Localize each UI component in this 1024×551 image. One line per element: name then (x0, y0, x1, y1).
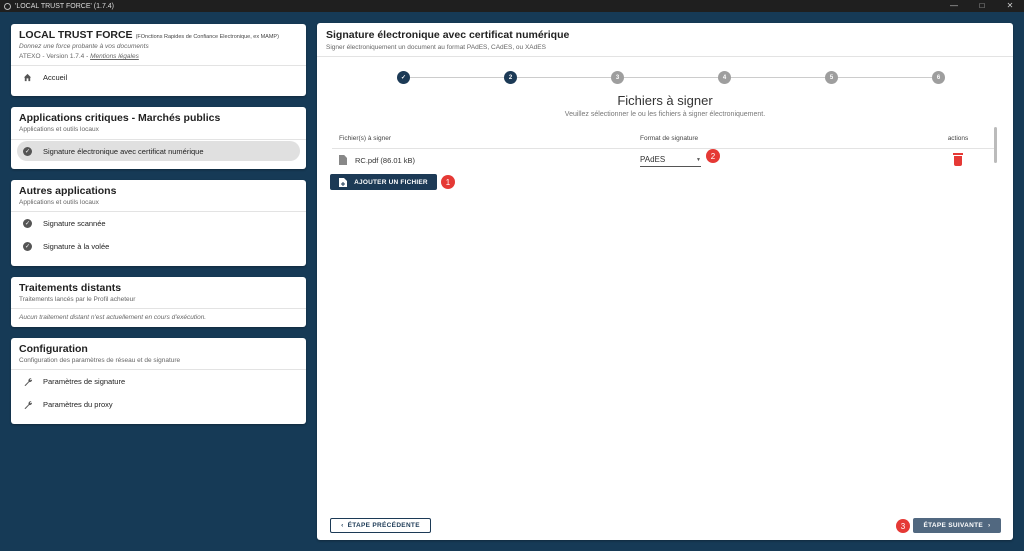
stepper-connector (410, 77, 504, 78)
signature-format-select[interactable]: PAdES ▼ (640, 153, 701, 167)
header-format: Format de signature (640, 135, 699, 142)
nav-proxy-settings[interactable]: Paramètres du proxy (17, 393, 300, 416)
main-header: Signature électronique avec certificat n… (317, 23, 1013, 56)
stepper-connector (517, 77, 611, 78)
file-icon (339, 155, 347, 165)
remote-empty-text: Aucun traitement distant n'est actuellem… (19, 314, 207, 321)
annotation-badge-2: 2 (706, 149, 720, 163)
header-actions: actions (947, 135, 969, 142)
mouse-cursor-icon (603, 337, 615, 350)
divider (11, 139, 306, 140)
add-file-button[interactable]: AJOUTER UN FICHIER (330, 174, 437, 190)
wrench-icon (23, 377, 43, 387)
close-button[interactable]: ✕ (996, 0, 1024, 12)
file-add-icon (339, 177, 348, 187)
annotation-badge-3: 3 (896, 519, 910, 533)
app-title: LOCAL TRUST FORCE (19, 29, 133, 41)
other-apps-subtitle: Applications et outils locaux (19, 199, 99, 206)
app-card: LOCAL TRUST FORCE (FOnctions Rapides de … (11, 24, 306, 96)
files-table: Fichier(s) à signer Format de signature … (332, 129, 997, 171)
stepper-connector (624, 77, 718, 78)
app-tagline: Donnez une force probante à vos document… (19, 43, 149, 50)
legal-link[interactable]: Mentions légales (90, 53, 139, 60)
stepper: ✓ 2 3 4 5 6 (397, 71, 945, 85)
previous-step-button[interactable]: ‹ ÉTAPE PRÉCÉDENTE (330, 518, 431, 533)
other-apps-card: Autres applications Applications et outi… (11, 180, 306, 266)
nav-flying-signature-label: Signature à la volée (43, 242, 110, 251)
version-line: ATEXO - Version 1.7.4 - Mentions légales (19, 53, 298, 60)
header-files: Fichier(s) à signer (339, 135, 392, 142)
step-5: 5 (825, 71, 838, 84)
step-4: 4 (718, 71, 731, 84)
trash-icon[interactable] (953, 153, 963, 166)
divider (11, 308, 306, 309)
add-file-label: AJOUTER UN FICHIER (354, 178, 428, 186)
nav-home-label: Accueil (43, 73, 68, 82)
table-header: Fichier(s) à signer Format de signature … (332, 129, 997, 149)
remote-subtitle: Traitements lancés par le Profil acheteu… (19, 296, 136, 303)
critical-apps-subtitle: Applications et outils locaux (19, 126, 99, 133)
annotation-badge-1: 1 (441, 175, 455, 189)
nav-scanned-signature-label: Signature scannée (43, 219, 106, 228)
step-2-current: 2 (504, 71, 517, 84)
window-controls: — □ ✕ (940, 0, 1024, 12)
main-panel: Signature électronique avec certificat n… (317, 23, 1013, 540)
chevron-right-icon: › (988, 522, 991, 529)
table-scrollbar[interactable] (994, 127, 997, 163)
stepper-connector (838, 77, 932, 78)
chevron-down-icon: ▼ (696, 156, 701, 163)
nav-electronic-signature-label: Signature électronique avec certificat n… (43, 146, 204, 156)
next-step-button[interactable]: ÉTAPE SUIVANTE › (913, 518, 1001, 533)
section-title: Fichiers à signer (617, 93, 713, 108)
config-subtitle: Configuration des paramètres de réseau e… (19, 357, 181, 364)
stepper-connector (731, 77, 825, 78)
config-title: Configuration (19, 343, 88, 355)
check-circle-icon: ✓ (23, 242, 32, 251)
version-text: ATEXO - Version 1.7.4 - (19, 53, 89, 60)
other-apps-title: Autres applications (19, 185, 117, 197)
config-card: Configuration Configuration des paramètr… (11, 338, 306, 424)
nav-signature-settings-label: Paramètres de signature (43, 377, 126, 386)
check-circle-icon: ✓ (23, 146, 32, 156)
nav-signature-settings[interactable]: Paramètres de signature (17, 370, 300, 393)
nav-flying-signature[interactable]: ✓ Signature à la volée (17, 235, 300, 258)
check-circle-icon: ✓ (23, 219, 32, 228)
step-6: 6 (932, 71, 945, 84)
main-subtitle: Signer électroniquement un document au f… (326, 44, 546, 51)
critical-apps-title: Applications critiques - Marchés publics (19, 112, 221, 124)
signature-format-value: PAdES (640, 155, 666, 164)
step-1-done: ✓ (397, 71, 410, 84)
nav-scanned-signature[interactable]: ✓ Signature scannée (17, 212, 300, 235)
next-step-label: ÉTAPE SUIVANTE (923, 522, 984, 529)
step-3: 3 (611, 71, 624, 84)
chevron-left-icon: ‹ (341, 522, 344, 529)
loading-icon (4, 2, 11, 10)
critical-apps-card: Applications critiques - Marchés publics… (11, 107, 306, 169)
divider (317, 56, 1013, 57)
wrench-icon (23, 400, 43, 410)
minimize-button[interactable]: — (940, 0, 968, 12)
nav-electronic-signature[interactable]: ✓ Signature électronique avec certificat… (17, 141, 300, 161)
section-subtitle: Veuillez sélectionner le ou les fichiers… (564, 111, 766, 118)
previous-step-label: ÉTAPE PRÉCÉDENTE (347, 522, 420, 529)
file-name: RC.pdf (86.01 kB) (355, 155, 416, 165)
nav-home[interactable]: Accueil (17, 66, 300, 89)
table-row: RC.pdf (86.01 kB) PAdES ▼ (332, 149, 997, 171)
nav-proxy-settings-label: Paramètres du proxy (43, 400, 113, 409)
main-title: Signature électronique avec certificat n… (326, 29, 570, 41)
remote-card: Traitements distants Traitements lancés … (11, 277, 306, 327)
remote-title: Traitements distants (19, 282, 122, 294)
maximize-button[interactable]: □ (968, 0, 996, 12)
app-title-note: (FOnctions Rapides de Confiance Electron… (135, 34, 279, 40)
window-titlebar: 'LOCAL TRUST FORCE' (1.7.4) — □ ✕ (0, 0, 1024, 12)
home-icon (23, 73, 43, 82)
window-title: 'LOCAL TRUST FORCE' (1.7.4) (15, 2, 115, 10)
